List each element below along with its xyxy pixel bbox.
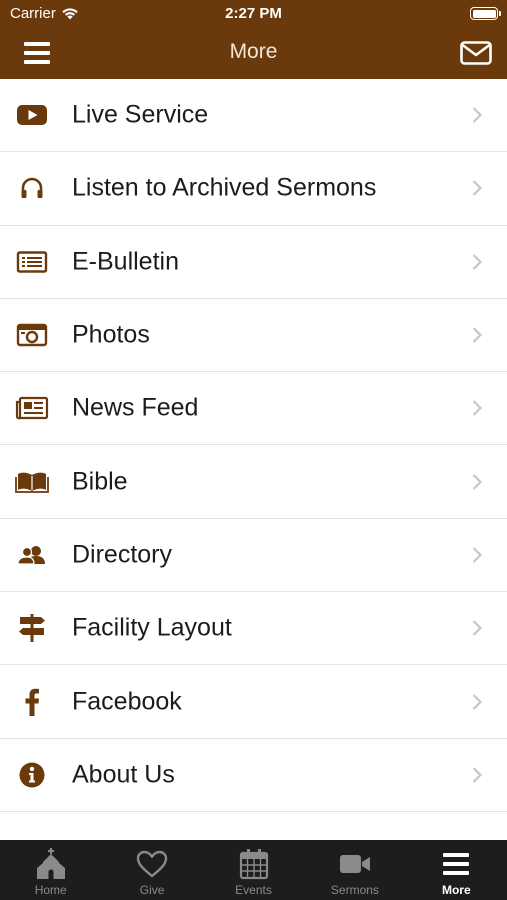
nav-bar: More <box>0 28 507 79</box>
headphones-icon <box>14 173 50 203</box>
list-icon <box>14 247 50 277</box>
menu-item-news-feed[interactable]: News Feed <box>0 372 507 446</box>
menu-item-label: Live Service <box>72 100 209 129</box>
church-icon <box>34 847 68 881</box>
chevron-right-icon <box>472 180 483 197</box>
chevron-right-icon <box>472 107 483 123</box>
tab-label: Give <box>139 883 165 897</box>
menu-item-label: Photos <box>72 320 150 349</box>
tab-events[interactable]: Events <box>203 840 304 900</box>
tab-home[interactable]: Home <box>0 840 101 900</box>
menu-item-label: Facility Layout <box>72 613 232 642</box>
open-book-icon <box>14 467 50 497</box>
chevron-right-icon <box>472 473 483 490</box>
info-icon <box>14 760 50 790</box>
status-bar: Carrier 2:27 PM <box>0 0 507 28</box>
chevron-right-icon <box>472 327 483 343</box>
video-camera-icon <box>338 847 372 881</box>
battery-icon <box>470 7 501 20</box>
chevron-right-icon <box>472 400 483 417</box>
chevron-right-icon <box>472 253 483 270</box>
menu-item-facility-layout[interactable]: Facility Layout <box>0 592 507 666</box>
menu-item-live-service[interactable]: Live Service <box>0 79 507 153</box>
tab-sermons[interactable]: Sermons <box>304 840 405 900</box>
chevron-right-icon <box>472 547 483 563</box>
menu-item-label: About Us <box>72 760 175 789</box>
people-icon <box>14 540 50 570</box>
tab-label: Sermons <box>330 883 379 897</box>
chevron-right-icon <box>472 693 483 710</box>
tab-label: More <box>441 883 471 897</box>
menu-item-about-us[interactable]: About Us <box>0 738 507 812</box>
chevron-right-icon <box>472 620 483 636</box>
battery-fill <box>472 9 496 18</box>
menu-item-label: Bible <box>72 467 128 496</box>
newspaper-icon <box>14 393 50 423</box>
tab-label: Events <box>235 883 272 897</box>
menu-item-directory[interactable]: Directory <box>0 518 507 593</box>
status-time: 2:27 PM <box>225 5 282 22</box>
heart-icon <box>135 847 169 881</box>
menu-item-photos[interactable]: Photos <box>0 298 507 373</box>
more-menu-list: Live Service Listen to Archived Sermons … <box>0 79 507 812</box>
header: Carrier 2:27 PM More <box>0 0 507 79</box>
menu-item-label: E-Bulletin <box>72 247 179 276</box>
menu-item-label: Listen to Archived Sermons <box>72 173 377 202</box>
facebook-icon <box>14 687 50 717</box>
menu-item-facebook[interactable]: Facebook <box>0 665 507 739</box>
menu-item-e-bulletin[interactable]: E-Bulletin <box>0 225 507 299</box>
tab-bar: Home Give Events Sermons More <box>0 840 507 900</box>
chevron-right-icon <box>472 767 483 783</box>
tab-label: Home <box>34 883 67 897</box>
tab-more[interactable]: More <box>406 840 507 900</box>
mail-button[interactable] <box>459 38 493 68</box>
hamburger-icon <box>439 847 473 881</box>
menu-item-label: Directory <box>72 540 173 569</box>
signpost-icon <box>14 613 50 643</box>
page-title: More <box>229 40 278 63</box>
tab-give[interactable]: Give <box>101 840 202 900</box>
calendar-icon <box>237 847 271 881</box>
camera-icon <box>14 320 50 350</box>
menu-item-label: News Feed <box>72 393 199 422</box>
envelope-icon <box>460 41 492 65</box>
menu-item-label: Facebook <box>72 687 182 716</box>
menu-item-bible[interactable]: Bible <box>0 445 507 519</box>
menu-item-archived-sermons[interactable]: Listen to Archived Sermons <box>0 152 507 226</box>
youtube-play-icon <box>14 100 50 130</box>
